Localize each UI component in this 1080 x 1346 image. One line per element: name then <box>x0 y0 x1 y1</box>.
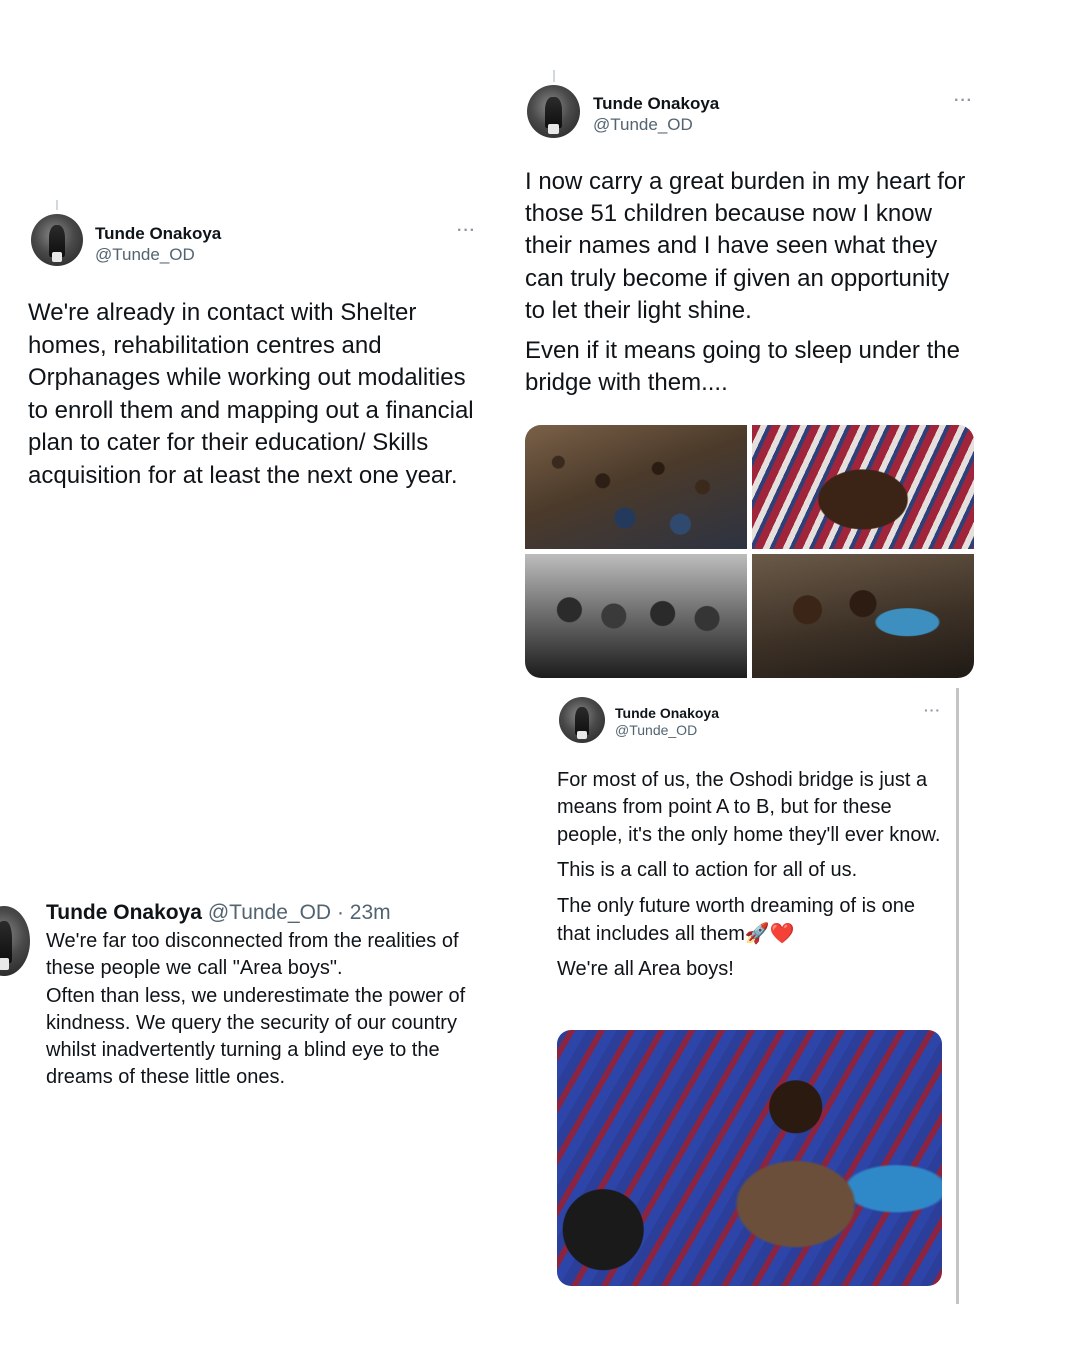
tweet-paragraph: Often than less, we underestimate the po… <box>46 984 466 1089</box>
author-name[interactable]: Tunde Onakoya <box>615 705 719 721</box>
author-handle[interactable]: @Tunde_OD <box>95 245 195 265</box>
more-options-icon[interactable]: ··· <box>457 222 476 240</box>
tweet-text: I now carry a great burden in my heart f… <box>525 166 975 399</box>
photo-group-bw[interactable] <box>525 554 747 678</box>
profile-avatar[interactable] <box>0 906 30 976</box>
tweet-paragraph: For most of us, the Oshodi bridge is jus… <box>557 769 941 846</box>
author-handle[interactable]: @Tunde_OD <box>208 901 331 924</box>
author-handle[interactable]: @Tunde_OD <box>615 722 697 738</box>
thread-line <box>553 70 555 82</box>
tweet-paragraph: This is a call to action for all of us. <box>557 859 858 882</box>
photo-grid[interactable] <box>525 425 974 678</box>
profile-avatar[interactable] <box>527 85 580 138</box>
photo-street-crowd[interactable] <box>752 554 974 678</box>
author-name[interactable]: Tunde Onakoya <box>46 901 202 924</box>
author-name[interactable]: Tunde Onakoya <box>593 94 719 114</box>
tweet-paragraph: I now carry a great burden in my heart f… <box>525 168 966 324</box>
profile-avatar[interactable] <box>31 214 83 266</box>
tweet-text: For most of us, the Oshodi bridge is jus… <box>557 767 947 984</box>
tweet-paragraph: Even if it means going to sleep under th… <box>525 337 960 397</box>
more-options-icon[interactable]: ··· <box>924 702 941 718</box>
photo-salute[interactable] <box>557 1030 942 1286</box>
author-name[interactable]: Tunde Onakoya <box>95 224 221 244</box>
tweet-paragraph: We're already in contact with Shelter ho… <box>28 299 474 489</box>
tweet-paragraph: We're all Area boys! <box>557 958 734 981</box>
thread-line <box>956 688 959 1304</box>
photo-portrait-cap[interactable] <box>752 425 974 549</box>
thread-line <box>56 200 58 210</box>
tweet-header: Tunde Onakoya @Tunde_OD · 23m <box>46 901 391 925</box>
tweet-text: We're already in contact with Shelter ho… <box>28 297 488 492</box>
tweet-text: We're far too disconnected from the real… <box>46 928 501 1092</box>
tweet-timestamp[interactable]: · 23m <box>337 901 391 924</box>
rocket-heart-emoji: 🚀❤️ <box>744 921 795 946</box>
tweet-paragraph: We're far too disconnected from the real… <box>46 930 459 980</box>
photo-crowd-seated[interactable] <box>525 425 747 549</box>
more-options-icon[interactable]: ··· <box>954 92 973 110</box>
tweet-paragraph-emoji: The only future worth dreaming of is one… <box>557 893 947 949</box>
tweet-paragraph: The only future worth dreaming of is one… <box>557 894 915 946</box>
profile-avatar[interactable] <box>559 697 605 743</box>
author-handle[interactable]: @Tunde_OD <box>593 115 693 135</box>
